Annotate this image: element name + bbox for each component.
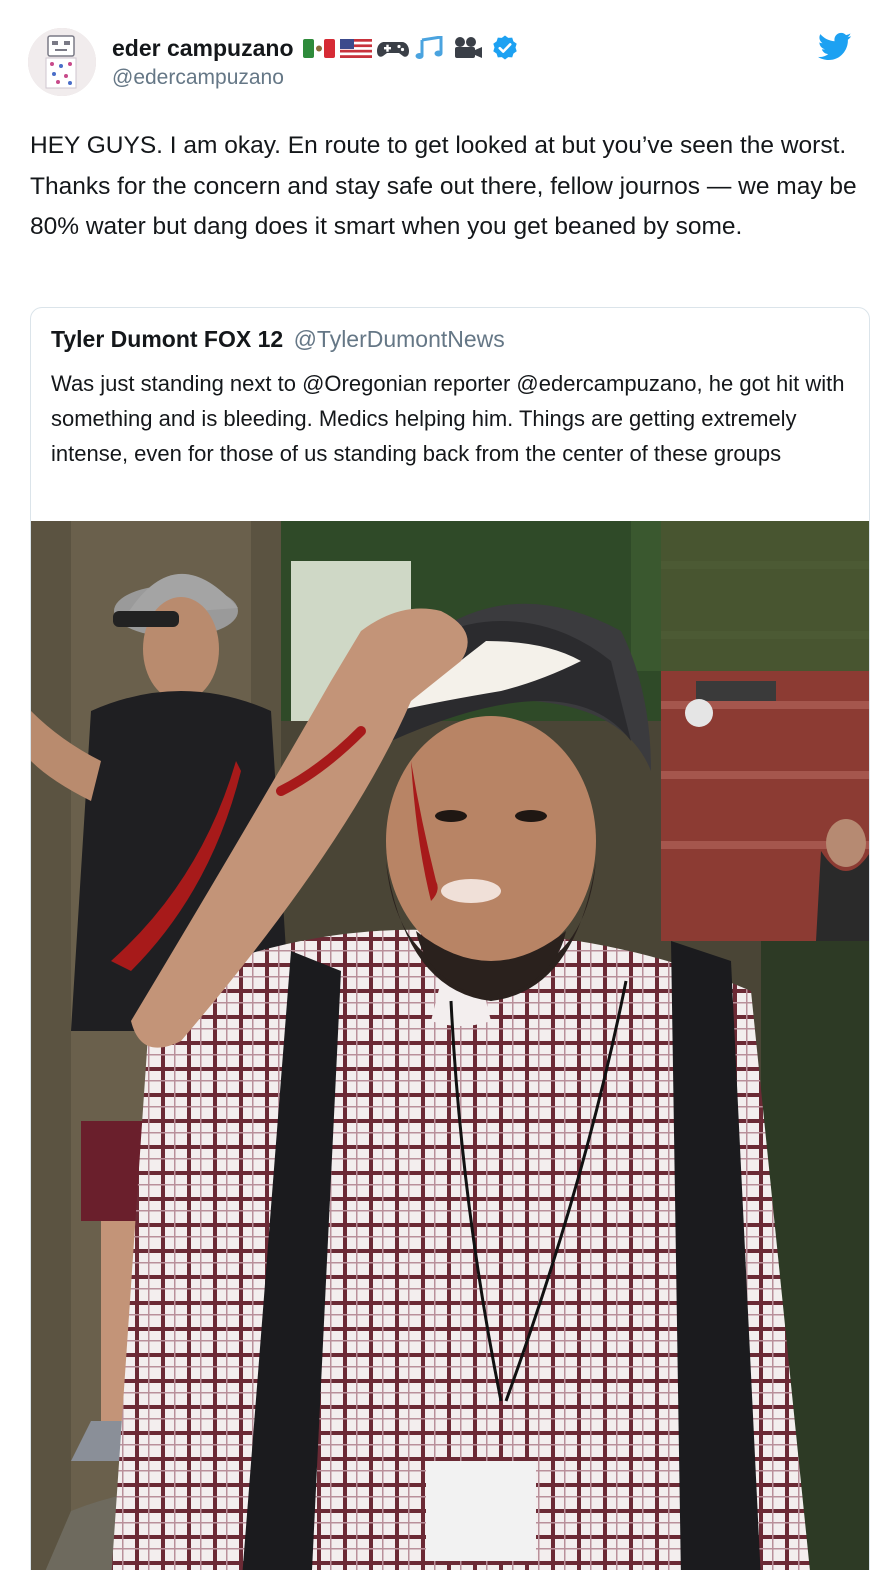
us-flag-icon xyxy=(339,36,373,60)
game-controller-icon xyxy=(376,36,410,60)
quoted-display-name[interactable]: Tyler Dumont FOX 12 xyxy=(51,326,283,352)
name-emoji-row xyxy=(302,34,519,62)
display-name-row: eder campuzano xyxy=(112,32,519,64)
mexico-flag-icon xyxy=(302,36,336,60)
quoted-tweet[interactable]: Tyler Dumont FOX 12 @TylerDumontNews Was… xyxy=(30,307,870,1570)
tweet-text: HEY GUYS. I am okay. En route to get loo… xyxy=(30,132,857,240)
author-display-name[interactable]: eder campuzano xyxy=(112,35,294,62)
embedded-tweet: eder campuzano @edercampuzano HEY GUYS. … xyxy=(0,0,880,1570)
film-camera-icon xyxy=(450,36,484,60)
tweet-header: eder campuzano @edercampuzano xyxy=(28,28,852,98)
author-names: eder campuzano @edercampuzano xyxy=(112,32,519,90)
quoted-tweet-text: Was just standing next to @Oregonian rep… xyxy=(51,371,845,466)
quoted-tweet-header: Tyler Dumont FOX 12 @TylerDumontNews xyxy=(51,326,505,353)
quoted-tweet-photo[interactable] xyxy=(31,521,869,1570)
twitter-bird-icon[interactable] xyxy=(818,32,852,62)
quoted-handle[interactable]: @TylerDumontNews xyxy=(294,326,505,352)
verified-badge-icon xyxy=(491,34,519,62)
author-handle[interactable]: @edercampuzano xyxy=(112,66,519,90)
avatar[interactable] xyxy=(28,28,96,96)
music-notes-icon xyxy=(413,36,447,60)
